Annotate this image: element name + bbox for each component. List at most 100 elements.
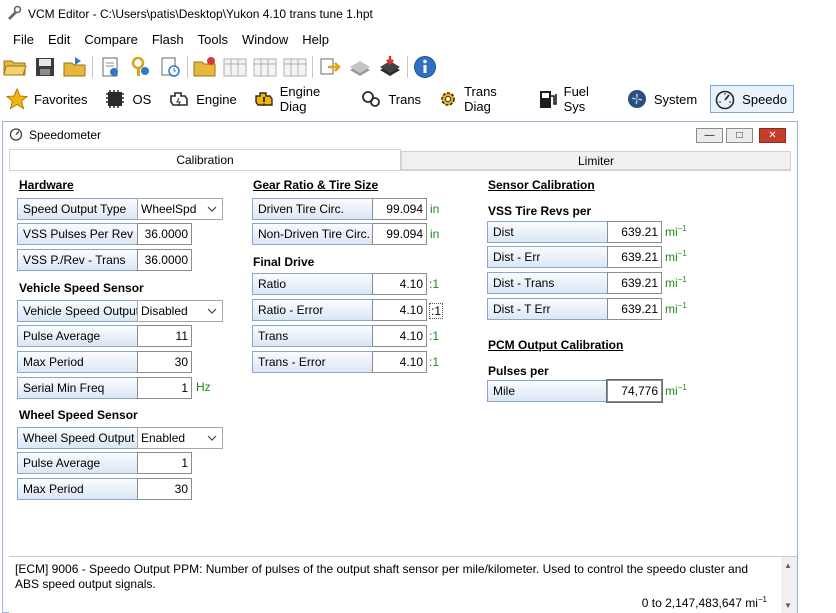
trans-error-label: Trans - Error bbox=[252, 351, 373, 373]
gear-ratio-heading: Gear Ratio & Tire Size bbox=[253, 178, 379, 192]
module-fuel-sys[interactable]: Fuel Sys bbox=[534, 84, 616, 114]
trans-error-field[interactable]: 4.10 bbox=[372, 351, 427, 373]
scroll-up-icon[interactable]: ▲ bbox=[784, 561, 792, 570]
info-page-icon[interactable] bbox=[97, 54, 123, 80]
module-label: Engine bbox=[196, 91, 237, 107]
module-label: Engine Diag bbox=[279, 84, 321, 114]
module-label: Trans Diag bbox=[464, 84, 497, 114]
chip-write-icon[interactable] bbox=[377, 54, 403, 80]
dist-trans-unit: mi−1 bbox=[665, 275, 687, 290]
mile-field[interactable]: 74,776 bbox=[606, 379, 663, 403]
menu-tools[interactable]: Tools bbox=[191, 32, 235, 47]
module-system[interactable]: System bbox=[622, 85, 704, 113]
ratio-field[interactable]: 4.10 bbox=[372, 273, 427, 295]
description-scrollbar[interactable]: ▲ ▼ bbox=[781, 556, 797, 613]
table-icon[interactable] bbox=[252, 54, 278, 80]
ratio-error-field[interactable]: 4.10 bbox=[372, 299, 427, 321]
menu-compare[interactable]: Compare bbox=[77, 32, 144, 47]
module-trans-diag[interactable]: Trans Diag bbox=[434, 84, 528, 114]
dist-t-err-unit: mi−1 bbox=[665, 301, 687, 316]
menu-flash[interactable]: Flash bbox=[145, 32, 191, 47]
toolbar-separator bbox=[187, 56, 188, 78]
chevron-down-icon bbox=[207, 305, 217, 319]
menu-window[interactable]: Window bbox=[235, 32, 295, 47]
menu-file[interactable]: File bbox=[6, 32, 41, 47]
dist-unit: mi−1 bbox=[665, 224, 687, 239]
module-label: Trans bbox=[388, 91, 422, 107]
sensor-calibration-heading: Sensor Calibration bbox=[488, 178, 595, 192]
key-user-icon[interactable] bbox=[127, 54, 153, 80]
tab-calibration[interactable]: Calibration bbox=[9, 149, 401, 170]
vss-pulse-average-label: Pulse Average bbox=[17, 325, 138, 347]
module-engine[interactable]: Engine bbox=[164, 85, 243, 113]
serial-min-freq-label: Serial Min Freq bbox=[17, 377, 138, 399]
restore-button[interactable]: □ bbox=[726, 128, 753, 143]
vss-max-period-label: Max Period bbox=[17, 351, 138, 373]
open-tune-icon[interactable] bbox=[192, 54, 218, 80]
ratio-unit: :1 bbox=[429, 277, 440, 291]
history-icon[interactable] bbox=[157, 54, 183, 80]
module-engine-diag[interactable]: Engine Diag bbox=[250, 84, 351, 114]
speed-output-type-label: Speed Output Type bbox=[17, 198, 138, 220]
dist-label: Dist bbox=[487, 221, 608, 243]
serial-min-freq-unit: Hz bbox=[196, 380, 211, 394]
speedometer-window: Speedometer — □ ✕ Calibration Limiter Ha… bbox=[2, 121, 798, 613]
vehicle-speed-output-dropdown[interactable]: Disabled bbox=[137, 300, 223, 322]
module-label: Fuel Sys bbox=[563, 84, 589, 114]
final-drive-heading: Final Drive bbox=[253, 255, 315, 269]
info-icon[interactable] bbox=[412, 54, 438, 80]
driven-tire-circ-field[interactable]: 99.094 bbox=[372, 198, 427, 220]
vehicle-speed-sensor-heading: Vehicle Speed Sensor bbox=[19, 281, 144, 295]
module-favorites[interactable]: Favorites bbox=[2, 85, 94, 113]
wss-pulse-average-field[interactable]: 1 bbox=[137, 452, 192, 474]
vss-pulses-per-rev-field[interactable]: 36.0000 bbox=[137, 223, 192, 245]
open-folder-icon[interactable] bbox=[2, 54, 28, 80]
description-panel: [ECM] 9006 - Speedo Output PPM: Number o… bbox=[9, 556, 781, 613]
module-trans[interactable]: Trans bbox=[356, 85, 428, 113]
export-icon[interactable] bbox=[62, 54, 88, 80]
dist-t-err-field[interactable]: 639.21 bbox=[607, 298, 662, 320]
ratio-error-unit: :1 bbox=[429, 303, 444, 319]
tab-strip: Calibration Limiter bbox=[9, 149, 791, 170]
dist-err-label: Dist - Err bbox=[487, 246, 608, 268]
wheel-speed-output-value: Enabled bbox=[141, 431, 186, 445]
vss-p-rev-trans-field[interactable]: 36.0000 bbox=[137, 249, 192, 271]
pcm-output-heading: PCM Output Calibration bbox=[488, 338, 624, 352]
dist-field[interactable]: 639.21 bbox=[607, 221, 662, 243]
scroll-down-icon[interactable]: ▼ bbox=[784, 601, 792, 610]
wss-max-period-label: Max Period bbox=[17, 478, 138, 500]
module-os[interactable]: OS bbox=[100, 85, 158, 113]
main-toolbar bbox=[0, 51, 800, 83]
toolbar-separator bbox=[92, 56, 93, 78]
minimize-button[interactable]: — bbox=[696, 128, 723, 143]
chip-icon[interactable] bbox=[347, 54, 373, 80]
serial-min-freq-field[interactable]: 1 bbox=[137, 377, 192, 399]
hardware-heading: Hardware bbox=[19, 178, 74, 192]
vss-max-period-field[interactable]: 30 bbox=[137, 351, 192, 373]
dist-trans-field[interactable]: 639.21 bbox=[607, 272, 662, 294]
app-title-bar: VCM Editor - C:\Users\patis\Desktop\Yuko… bbox=[0, 0, 800, 28]
trans-unit: :1 bbox=[429, 329, 440, 343]
close-button[interactable]: ✕ bbox=[759, 128, 786, 143]
dist-err-field[interactable]: 639.21 bbox=[607, 246, 662, 268]
vss-tire-revs-heading: VSS Tire Revs per bbox=[488, 204, 592, 218]
fuel-pump-icon bbox=[537, 87, 559, 111]
save-icon[interactable] bbox=[32, 54, 58, 80]
module-speedo[interactable]: Speedo bbox=[710, 85, 794, 113]
tab-limiter[interactable]: Limiter bbox=[401, 151, 791, 170]
wss-pulse-average-label: Pulse Average bbox=[17, 452, 138, 474]
table-icon[interactable] bbox=[282, 54, 308, 80]
trans-field[interactable]: 4.10 bbox=[372, 325, 427, 347]
non-driven-tire-circ-field[interactable]: 99.094 bbox=[372, 223, 427, 245]
speed-output-type-dropdown[interactable]: WheelSpd bbox=[137, 198, 223, 220]
menu-help[interactable]: Help bbox=[295, 32, 336, 47]
module-label: Favorites bbox=[34, 91, 88, 107]
menu-edit[interactable]: Edit bbox=[41, 32, 77, 47]
swap-icon[interactable] bbox=[317, 54, 343, 80]
wss-max-period-field[interactable]: 30 bbox=[137, 478, 192, 500]
dist-t-err-label: Dist - T Err bbox=[487, 298, 608, 320]
table-icon[interactable] bbox=[222, 54, 248, 80]
vss-pulse-average-field[interactable]: 11 bbox=[137, 325, 192, 347]
wheel-speed-output-dropdown[interactable]: Enabled bbox=[137, 427, 223, 449]
chip-icon bbox=[103, 87, 127, 111]
